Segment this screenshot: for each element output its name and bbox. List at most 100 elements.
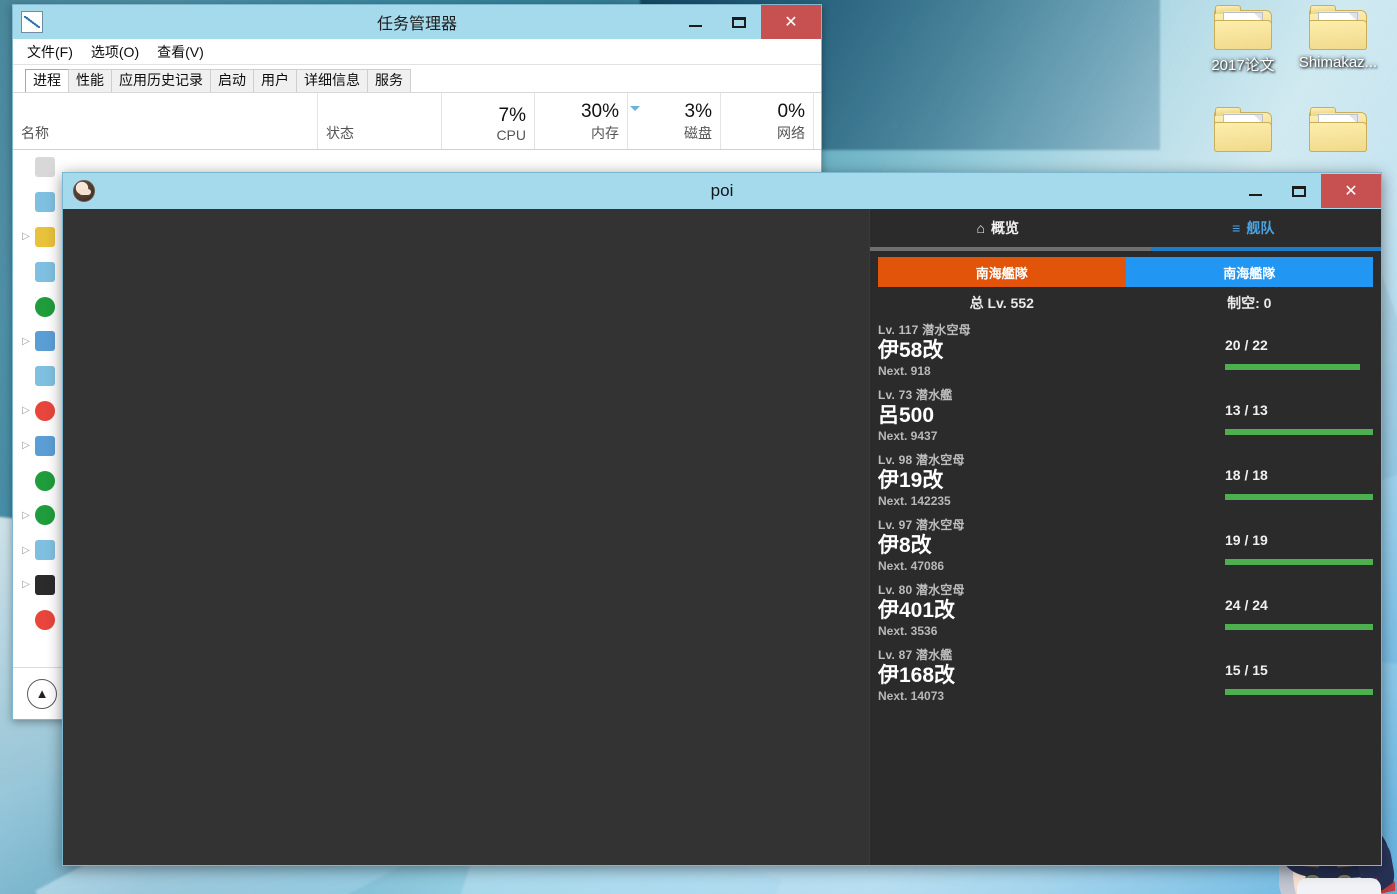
fleet-button-2[interactable]: 南海艦隊 — [1125, 257, 1373, 287]
desktop-icon-2017lunwen[interactable]: 2017论文 — [1195, 4, 1291, 75]
folder-icon — [1309, 106, 1367, 152]
task-manager-menubar[interactable]: 文件(F) 选项(O) 查看(V) — [13, 39, 821, 65]
column-header-cpu[interactable]: 7% CPU — [442, 93, 535, 149]
ship-hp-fill — [1225, 689, 1373, 695]
tab-users[interactable]: 用户 — [253, 68, 297, 92]
game-webview[interactable] — [63, 209, 869, 865]
column-network-pct: 0% — [777, 101, 805, 123]
chevron-right-icon[interactable]: ▷ — [19, 579, 33, 590]
close-button[interactable]: ✕ — [1321, 174, 1381, 208]
task-manager-tabs[interactable]: 进程 性能 应用历史记录 启动 用户 详细信息 服务 — [13, 65, 821, 93]
fleet-button-1[interactable]: 南海艦隊 — [878, 257, 1126, 287]
chart-icon — [21, 11, 43, 33]
tab-app-history[interactable]: 应用历史记录 — [111, 68, 211, 92]
desktop-icon-unnamed-1[interactable] — [1195, 106, 1291, 156]
column-header-network[interactable]: 0% 网络 — [721, 93, 814, 149]
ship-level-type: Lv. 97 潜水空母 — [878, 518, 965, 532]
task-manager-window-buttons[interactable]: ✕ — [673, 5, 821, 39]
ship-level-type: Lv. 98 潜水空母 — [878, 453, 965, 467]
ship-hp-group: 15 / 15 — [1225, 662, 1373, 695]
ship-hp-track — [1225, 559, 1373, 565]
folder-icon — [1214, 4, 1272, 50]
tab-performance[interactable]: 性能 — [68, 68, 112, 92]
column-header-disk[interactable]: 3% 磁盘 — [628, 93, 721, 149]
window-icon — [35, 540, 55, 561]
yellow-app-icon — [35, 226, 55, 247]
chrome-icon — [35, 400, 55, 421]
maximize-button[interactable] — [717, 5, 761, 39]
poi-window-buttons[interactable]: ✕ — [1233, 174, 1381, 208]
panel-tab-bar[interactable]: ⌂ 概览 ≡ 舰队 — [870, 209, 1381, 247]
column-header-name[interactable]: 名称 — [13, 93, 318, 149]
app-icon — [35, 157, 55, 178]
ship-row[interactable]: Lv. 97 潜水空母 伊8改 Next. 47086 19 / 19 — [878, 516, 1373, 581]
folder-icon — [1214, 106, 1272, 152]
column-name-label: 名称 — [21, 125, 49, 141]
process-table-header[interactable]: 名称 状态 7% CPU 30% 内存 3% 磁盘 0% 网络 — [13, 93, 821, 150]
chevron-up-icon[interactable]: ▲ — [27, 678, 57, 709]
minimize-button[interactable] — [673, 5, 717, 39]
close-button[interactable]: ✕ — [761, 5, 821, 39]
column-memory-pct: 30% — [580, 101, 619, 123]
chevron-right-icon[interactable]: ▷ — [19, 336, 33, 347]
maximize-button[interactable] — [1277, 174, 1321, 208]
ship-hp-value: 19 / 19 — [1225, 532, 1268, 548]
column-disk-label: 磁盘 — [684, 125, 712, 141]
tab-overview[interactable]: ⌂ 概览 — [870, 209, 1126, 247]
ship-level-type: Lv. 87 潜水艦 — [878, 648, 953, 662]
home-icon: ⌂ — [976, 220, 985, 236]
chevron-right-icon[interactable]: ▷ — [19, 545, 33, 556]
gear-icon — [35, 435, 55, 456]
tab-fleet-label: 舰队 — [1246, 220, 1275, 236]
minimize-button[interactable] — [1233, 174, 1277, 208]
tab-startup[interactable]: 启动 — [210, 68, 254, 92]
ship-hp-fill — [1225, 364, 1360, 370]
menu-options[interactable]: 选项(O) — [91, 42, 139, 62]
column-header-status[interactable]: 状态 — [318, 93, 442, 149]
chevron-right-icon[interactable]: ▷ — [19, 510, 33, 521]
fleet-air-power: 制空: 0 — [1227, 295, 1272, 311]
menu-view[interactable]: 查看(V) — [157, 42, 204, 62]
tab-fleet[interactable]: ≡ 舰队 — [1126, 209, 1382, 247]
ship-row[interactable]: Lv. 87 潜水艦 伊168改 Next. 14073 15 / 15 — [878, 646, 1373, 711]
fleet-selector[interactable]: 南海艦隊 南海艦隊 — [878, 257, 1373, 287]
green-circle-icon — [35, 296, 55, 317]
ship-hp-value: 13 / 13 — [1225, 402, 1268, 418]
column-header-memory[interactable]: 30% 内存 — [535, 93, 628, 149]
tab-services[interactable]: 服务 — [367, 68, 411, 92]
ship-hp-fill — [1225, 429, 1373, 435]
tab-processes[interactable]: 进程 — [25, 68, 69, 92]
ship-hp-track — [1225, 364, 1373, 370]
folder-icon — [1309, 4, 1367, 50]
ship-hp-group: 19 / 19 — [1225, 532, 1373, 565]
desktop-icon-unnamed-2[interactable] — [1290, 106, 1386, 156]
column-status-label: 状态 — [326, 125, 354, 141]
tab-underline — [870, 247, 1381, 251]
ship-row[interactable]: Lv. 73 潜水艦 呂500 Next. 9437 13 / 13 — [878, 386, 1373, 451]
column-memory-label: 内存 — [591, 125, 619, 141]
poi-side-panel: ⌂ 概览 ≡ 舰队 南海艦隊 南海艦隊 总 Lv. 552 制空: 0 Lv. … — [869, 209, 1381, 865]
ship-hp-track — [1225, 689, 1373, 695]
ship-row[interactable]: Lv. 80 潜水空母 伊401改 Next. 3536 24 / 24 — [878, 581, 1373, 646]
desktop-icon-label: 2017论文 — [1211, 57, 1275, 74]
chevron-right-icon[interactable]: ▷ — [19, 405, 33, 416]
ship-list[interactable]: Lv. 117 潜水空母 伊58改 Next. 918 20 / 22 Lv. 73 潜… — [870, 317, 1381, 865]
desktop-icon-shimakaze[interactable]: Shimakaz... — [1290, 4, 1386, 71]
tab-details[interactable]: 详细信息 — [296, 68, 368, 92]
gear-icon — [35, 331, 55, 352]
chevron-right-icon[interactable]: ▷ — [19, 231, 33, 242]
ship-level-type: Lv. 80 潜水空母 — [878, 583, 965, 597]
task-manager-titlebar[interactable]: 任务管理器 ✕ — [13, 5, 821, 39]
poi-titlebar[interactable]: poi ✕ — [63, 173, 1381, 209]
ship-hp-group: 18 / 18 — [1225, 467, 1373, 500]
poi-window[interactable]: poi ✕ ⌂ 概览 ≡ 舰队 南海艦隊 南海艦隊 总 Lv. 552 制空: … — [62, 172, 1382, 866]
menu-file[interactable]: 文件(F) — [27, 42, 73, 62]
list-icon: ≡ — [1232, 220, 1241, 236]
chevron-right-icon[interactable]: ▷ — [19, 440, 33, 451]
ship-row[interactable]: Lv. 98 潜水空母 伊19改 Next. 142235 18 / 18 — [878, 451, 1373, 516]
column-disk-pct: 3% — [684, 101, 712, 123]
ship-row[interactable]: Lv. 117 潜水空母 伊58改 Next. 918 20 / 22 — [878, 321, 1373, 386]
column-cpu-label: CPU — [496, 127, 526, 143]
ship-hp-fill — [1225, 624, 1373, 630]
fleet-stats: 总 Lv. 552 制空: 0 — [870, 287, 1381, 317]
